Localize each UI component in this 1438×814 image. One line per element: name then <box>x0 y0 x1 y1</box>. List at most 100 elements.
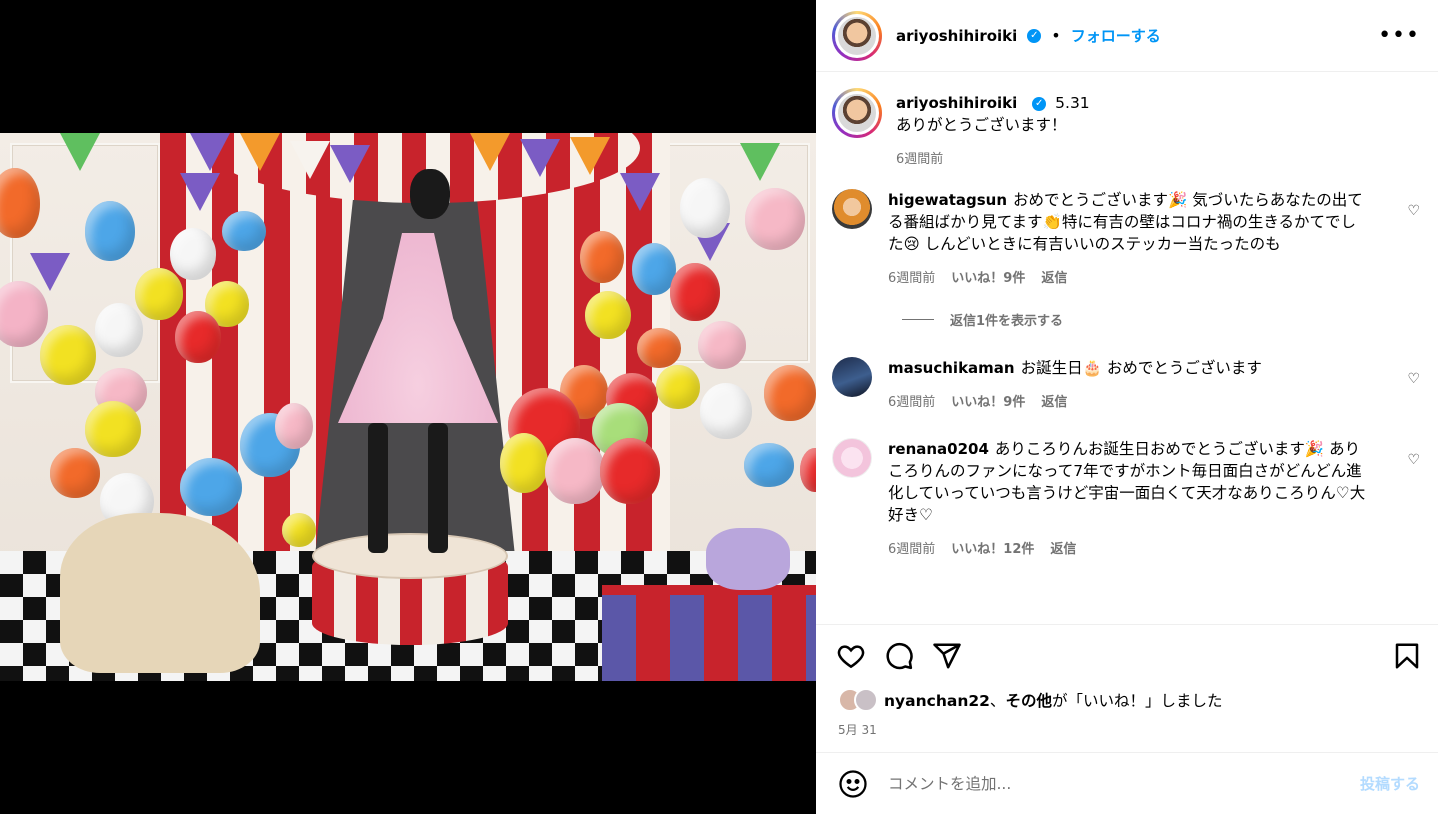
comment-row: renana0204 ありころりんお誕生日おめでとうございます🎉 ありころりんのフ… <box>832 438 1420 557</box>
pennant-flag <box>620 173 660 211</box>
author-avatar[interactable] <box>832 10 882 61</box>
post-side-panel: ariyoshihiroiki ✓ • フォローする ••• ariyoshih… <box>816 0 1438 814</box>
circus-box <box>602 585 816 681</box>
balloon <box>50 448 100 498</box>
reply-button[interactable]: 返信 <box>1050 538 1076 557</box>
balloon <box>580 231 624 283</box>
comment-like-heart-icon[interactable]: ♡ <box>1407 203 1420 219</box>
comments-list[interactable]: ariyoshihiroiki ✓ 5.31 ありがとうございます！ 6週間前 … <box>816 72 1438 624</box>
like-heart-icon[interactable] <box>836 641 866 671</box>
balloon <box>670 263 720 321</box>
post-comment-button[interactable]: 投稿する <box>1360 773 1420 794</box>
masked-head <box>410 169 450 219</box>
view-replies-button[interactable]: 返信1件を表示する <box>902 310 1420 329</box>
save-bookmark-icon[interactable] <box>1392 641 1422 671</box>
balloon <box>698 321 746 369</box>
comment-bubble-icon[interactable] <box>884 641 914 671</box>
pennant-flag <box>740 143 780 181</box>
boot-right <box>428 423 448 553</box>
pennant-flag <box>180 173 220 211</box>
reply-button[interactable]: 返信 <box>1041 391 1067 410</box>
post-date[interactable]: 5月 31 <box>838 721 877 738</box>
comment-composer: 投稿する <box>816 752 1438 814</box>
balloon <box>585 291 631 339</box>
pennant-flag <box>520 139 560 177</box>
commenter-avatar[interactable] <box>832 357 872 397</box>
post-photo[interactable] <box>0 133 816 681</box>
balloon <box>600 438 660 504</box>
verified-badge-icon: ✓ <box>1032 96 1047 111</box>
comment-age[interactable]: 6週間前 <box>888 267 935 286</box>
author-username[interactable]: ariyoshihiroiki <box>896 27 1017 45</box>
comment-text: お誕生日🎂 おめでとうございます <box>1020 359 1262 377</box>
separator-dot: • <box>1051 26 1061 45</box>
commenter-avatar[interactable] <box>832 189 872 229</box>
likes-suffix: が「いいね！」しました <box>1051 692 1223 710</box>
comment-likes[interactable]: いいね！9件 <box>951 391 1025 410</box>
post-media <box>0 0 816 814</box>
comment-like-heart-icon[interactable]: ♡ <box>1407 452 1420 468</box>
comment-age[interactable]: 6週間前 <box>888 538 935 557</box>
caption-text: ありがとうございます！ <box>896 116 1067 134</box>
liker-username[interactable]: nyanchan22 <box>884 692 990 710</box>
replies-line <box>902 319 934 320</box>
comment-username[interactable]: masuchikaman <box>888 359 1015 377</box>
stage-top <box>312 533 508 579</box>
view-replies-label: 返信1件を表示する <box>950 314 1064 329</box>
rocking-horse <box>60 513 260 673</box>
balloon <box>85 401 141 457</box>
caption-avatar[interactable] <box>832 88 882 138</box>
caption-username[interactable]: ariyoshihiroiki <box>896 94 1017 112</box>
balloon <box>95 303 143 357</box>
pennant-flag <box>30 253 70 291</box>
pennant-flag <box>60 133 100 171</box>
pennant-flag <box>190 133 230 171</box>
follow-button[interactable]: フォローする <box>1071 25 1161 46</box>
balloon <box>40 325 96 385</box>
teapot <box>706 528 790 590</box>
comment-username[interactable]: higewatagsun <box>888 191 1007 209</box>
pennant-flag <box>290 141 330 179</box>
balloon <box>680 178 730 238</box>
verified-badge-icon: ✓ <box>1027 28 1042 43</box>
balloon <box>637 328 681 368</box>
pennant-flag <box>570 137 610 175</box>
balloon <box>275 403 313 449</box>
commenter-avatar[interactable] <box>832 438 872 478</box>
caption-row: ariyoshihiroiki ✓ 5.31 ありがとうございます！ 6週間前 <box>832 88 1420 167</box>
comment-row: masuchikaman お誕生日🎂 おめでとうございます 6週間前 いいね！9件… <box>832 357 1420 410</box>
comment-age[interactable]: 6週間前 <box>888 391 935 410</box>
balloon <box>656 365 700 409</box>
reply-button[interactable]: 返信 <box>1041 267 1067 286</box>
liker-separator: 、 <box>989 692 1006 710</box>
comment-likes[interactable]: いいね！12件 <box>951 538 1034 557</box>
likes-others-link[interactable]: その他 <box>1005 692 1052 710</box>
balloon <box>170 228 216 280</box>
balloon <box>764 365 816 421</box>
caption-date-tag: 5.31 <box>1055 94 1090 112</box>
liker-avatar[interactable] <box>854 688 878 712</box>
comment-username[interactable]: renana0204 <box>888 440 989 458</box>
balloon <box>744 443 794 487</box>
liked-by-summary: nyanchan22、その他が「いいね！」しました <box>838 688 1222 712</box>
balloon <box>500 433 548 493</box>
boot-left <box>368 423 388 553</box>
caption-age[interactable]: 6週間前 <box>896 148 943 167</box>
balloon <box>135 268 183 320</box>
comment-like-heart-icon[interactable]: ♡ <box>1407 371 1420 387</box>
comment-input[interactable] <box>888 774 1328 793</box>
balloon <box>800 448 816 492</box>
more-options-icon[interactable]: ••• <box>1378 23 1420 48</box>
balloon <box>545 438 605 504</box>
share-paper-plane-icon[interactable] <box>932 641 962 671</box>
balloon <box>222 211 266 251</box>
balloon <box>180 458 242 516</box>
balloon <box>175 311 221 363</box>
post-header: ariyoshihiroiki ✓ • フォローする ••• <box>816 0 1438 72</box>
comment-row: higewatagsun おめでとうございます🎉 気づいたらあなたの出てる番組ばか… <box>832 189 1420 286</box>
comment-likes[interactable]: いいね！9件 <box>951 267 1025 286</box>
balloon <box>745 188 805 250</box>
balloon <box>700 383 752 439</box>
emoji-smiley-icon[interactable] <box>838 769 868 799</box>
pennant-flag <box>470 133 510 171</box>
